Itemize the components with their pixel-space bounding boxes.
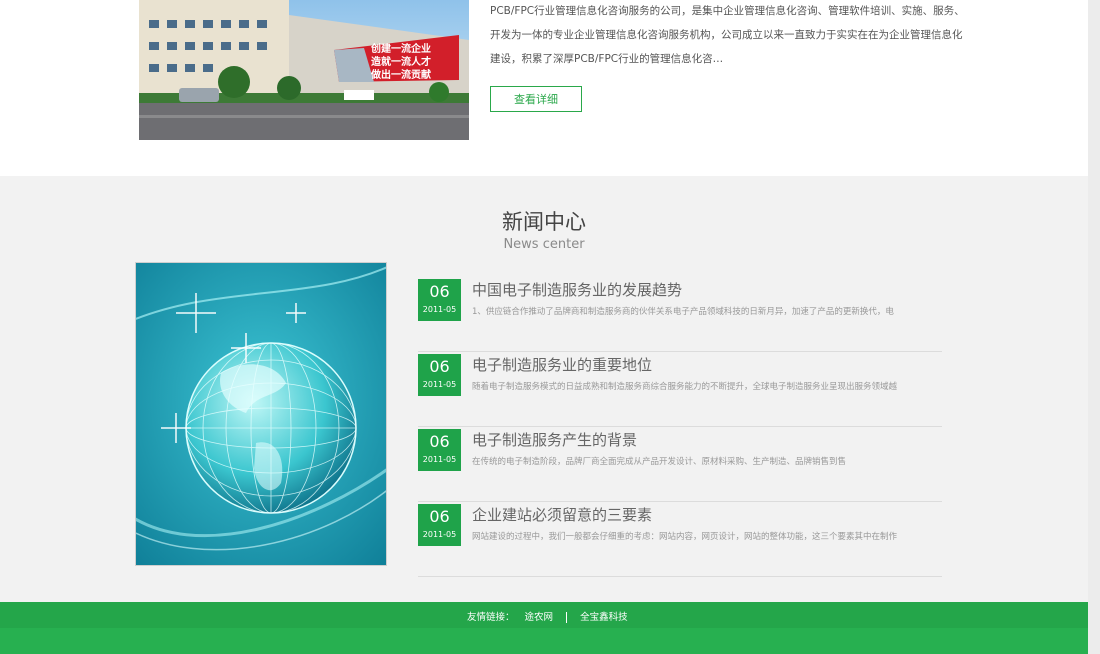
friend-links: 友情链接： 途农网 全宝鑫科技 [467,609,628,623]
date-year-month: 2011-05 [422,305,457,314]
friend-link[interactable]: 途农网 [525,609,554,623]
news-item[interactable]: 06 2011-05 企业建站必须留意的三要素 网站建设的过程中，我们一般都会仔… [418,501,942,577]
date-day: 06 [429,432,450,451]
date-year-month: 2011-05 [422,380,457,389]
view-details-button[interactable]: 查看详细 [490,86,582,112]
about-line: PCB/FPC行业管理信息化咨询服务的公司，是集中企业管理信息化咨询、管理软件培… [490,5,965,17]
date-day: 06 [429,282,450,301]
about-section: 创建一流企业 造就一流人才 做出一流贡献 PCB/FPC行业管理信息化咨询服务的… [0,0,1088,176]
news-section-subtitle: News center [503,237,585,252]
news-item-summary: 网站建设的过程中，我们一般都会仔细重的考虑：网站内容，网页设计，网站的整体功能，… [472,532,898,542]
about-line: 建设，积累了深厚PCB/FPC行业的管理信息化咨… [490,53,724,65]
svg-text:创建一流企业: 创建一流企业 [370,42,431,55]
footer-bottom-bar [0,628,1088,654]
page-scrollbar[interactable] [1088,0,1100,654]
date-badge: 06 2011-05 [418,504,461,546]
date-badge: 06 2011-05 [418,354,461,396]
friend-links-label: 友情链接： [467,612,515,623]
news-item-summary: 随着电子制造服务模式的日益成熟和制造服务商综合服务能力的不断提升，全球电子制造服… [472,382,898,392]
friend-links-bar: 友情链接： 途农网 全宝鑫科技 [0,602,1088,628]
news-item[interactable]: 06 2011-05 中国电子制造服务业的发展趋势 1、供应链合作推动了品牌商和… [418,276,942,352]
footer: 友情链接： 途农网 全宝鑫科技 [0,602,1088,654]
news-item-summary: 1、供应链合作推动了品牌商和制造服务商的伙伴关系电子产品领域科技的日新月异，加速… [472,307,894,317]
date-day: 06 [429,507,450,526]
date-year-month: 2011-05 [422,455,457,464]
friend-link[interactable]: 全宝鑫科技 [580,609,628,623]
company-building-image: 创建一流企业 造就一流人才 做出一流贡献 [139,0,469,140]
svg-text:造就一流人才: 造就一流人才 [371,55,431,68]
news-item[interactable]: 06 2011-05 电子制造服务产生的背景 在传统的电子制造阶段，品牌厂商全面… [418,426,942,502]
news-item-title[interactable]: 企业建站必须留意的三要素 [472,504,652,525]
news-section-title: 新闻中心 [502,210,586,234]
globe-image [135,262,387,566]
date-badge: 06 2011-05 [418,279,461,321]
news-section: 新闻中心 News center 06 2011-05 中国电子制造服务业的发展… [0,176,1088,602]
date-badge: 06 2011-05 [418,429,461,471]
svg-text:做出一流贡献: 做出一流贡献 [370,68,431,81]
about-line: 开发为一体的专业企业管理信息化咨询服务机构，公司成立以来一直致力于实实在在为企业… [490,29,963,41]
news-item-title[interactable]: 中国电子制造服务业的发展趋势 [472,279,682,300]
date-day: 06 [429,357,450,376]
news-item-title[interactable]: 电子制造服务业的重要地位 [472,354,652,375]
news-item[interactable]: 06 2011-05 电子制造服务业的重要地位 随着电子制造服务模式的日益成熟和… [418,351,942,427]
date-year-month: 2011-05 [422,530,457,539]
link-divider [566,612,568,623]
news-item-summary: 在传统的电子制造阶段，品牌厂商全面完成从产品开发设计、原材料采购、生产制造、品牌… [472,457,847,467]
news-item-title[interactable]: 电子制造服务产生的背景 [472,429,637,450]
